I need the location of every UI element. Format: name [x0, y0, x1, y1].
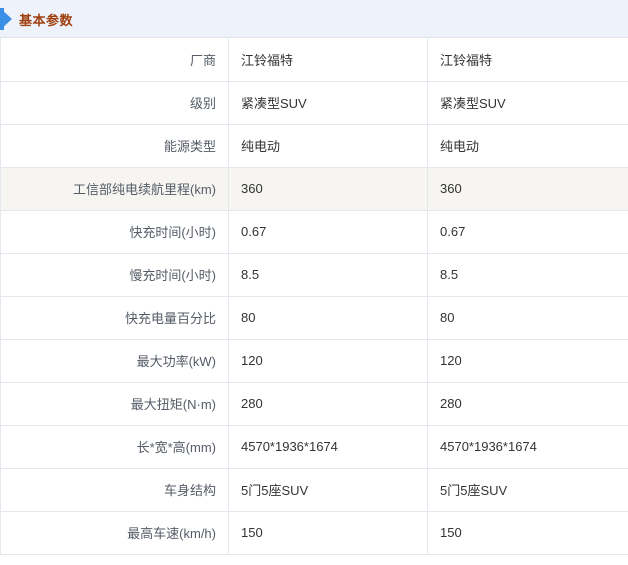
row-value-car2: 360 — [427, 166, 628, 211]
row-value-car2: 150 — [427, 510, 628, 555]
row-value-car2: 80 — [427, 295, 628, 340]
table-row-max-power: 最大功率(kW) 120 120 — [0, 338, 628, 383]
row-value-car2: 纯电动 — [427, 123, 628, 168]
row-label: 快充时间(小时) — [0, 209, 229, 254]
row-label: 工信部纯电续航里程(km) — [0, 166, 229, 211]
table-row-top-speed: 最高车速(km/h) 150 150 — [0, 510, 628, 555]
section-header: 基本参数 — [0, 0, 628, 38]
table-row-manufacturer: 厂商 江铃福特 江铃福特 — [0, 38, 628, 82]
row-label: 长*宽*高(mm) — [0, 424, 229, 469]
row-value-car1: 80 — [228, 295, 428, 340]
table-row-energy-type: 能源类型 纯电动 纯电动 — [0, 123, 628, 168]
row-value-car1: 0.67 — [228, 209, 428, 254]
row-label: 最大扭矩(N·m) — [0, 381, 229, 426]
row-value-car1: 4570*1936*1674 — [228, 424, 428, 469]
row-value-car1: 纯电动 — [228, 123, 428, 168]
row-value-car1: 江铃福特 — [228, 38, 428, 82]
arrow-right-icon — [0, 8, 12, 30]
row-value-car2: 8.5 — [427, 252, 628, 297]
section-title: 基本参数 — [19, 13, 74, 28]
row-value-car1: 150 — [228, 510, 428, 555]
row-value-car2: 5门5座SUV — [427, 467, 628, 512]
row-label: 慢充时间(小时) — [0, 252, 229, 297]
row-value-car2: 江铃福特 — [427, 38, 628, 82]
table-row-range: 工信部纯电续航里程(km) 360 360 — [0, 166, 628, 211]
row-value-car1: 360 — [228, 166, 428, 211]
spec-panel: 基本参数 厂商 江铃福特 江铃福特 级别 紧凑型SUV 紧凑型SUV 能源类型 … — [0, 0, 628, 565]
row-label: 能源类型 — [0, 123, 229, 168]
table-row-dimensions: 长*宽*高(mm) 4570*1936*1674 4570*1936*1674 — [0, 424, 628, 469]
row-value-car2: 120 — [427, 338, 628, 383]
row-label: 厂商 — [0, 38, 229, 82]
table-row-fast-charge-time: 快充时间(小时) 0.67 0.67 — [0, 209, 628, 254]
row-value-car2: 280 — [427, 381, 628, 426]
row-label: 级别 — [0, 80, 229, 125]
table-row-max-torque: 最大扭矩(N·m) 280 280 — [0, 381, 628, 426]
row-value-car1: 5门5座SUV — [228, 467, 428, 512]
table-row-body-structure: 车身结构 5门5座SUV 5门5座SUV — [0, 467, 628, 512]
row-label: 快充电量百分比 — [0, 295, 229, 340]
row-value-car1: 紧凑型SUV — [228, 80, 428, 125]
table-row-slow-charge-time: 慢充时间(小时) 8.5 8.5 — [0, 252, 628, 297]
row-label: 最高车速(km/h) — [0, 510, 229, 555]
row-value-car2: 紧凑型SUV — [427, 80, 628, 125]
row-value-car2: 4570*1936*1674 — [427, 424, 628, 469]
row-label: 最大功率(kW) — [0, 338, 229, 383]
row-label: 车身结构 — [0, 467, 229, 512]
row-value-car2: 0.67 — [427, 209, 628, 254]
table-row-class: 级别 紧凑型SUV 紧凑型SUV — [0, 80, 628, 125]
table-row-fast-charge-percent: 快充电量百分比 80 80 — [0, 295, 628, 340]
params-table: 厂商 江铃福特 江铃福特 级别 紧凑型SUV 紧凑型SUV 能源类型 纯电动 纯… — [0, 38, 628, 555]
row-value-car1: 8.5 — [228, 252, 428, 297]
row-value-car1: 120 — [228, 338, 428, 383]
row-value-car1: 280 — [228, 381, 428, 426]
